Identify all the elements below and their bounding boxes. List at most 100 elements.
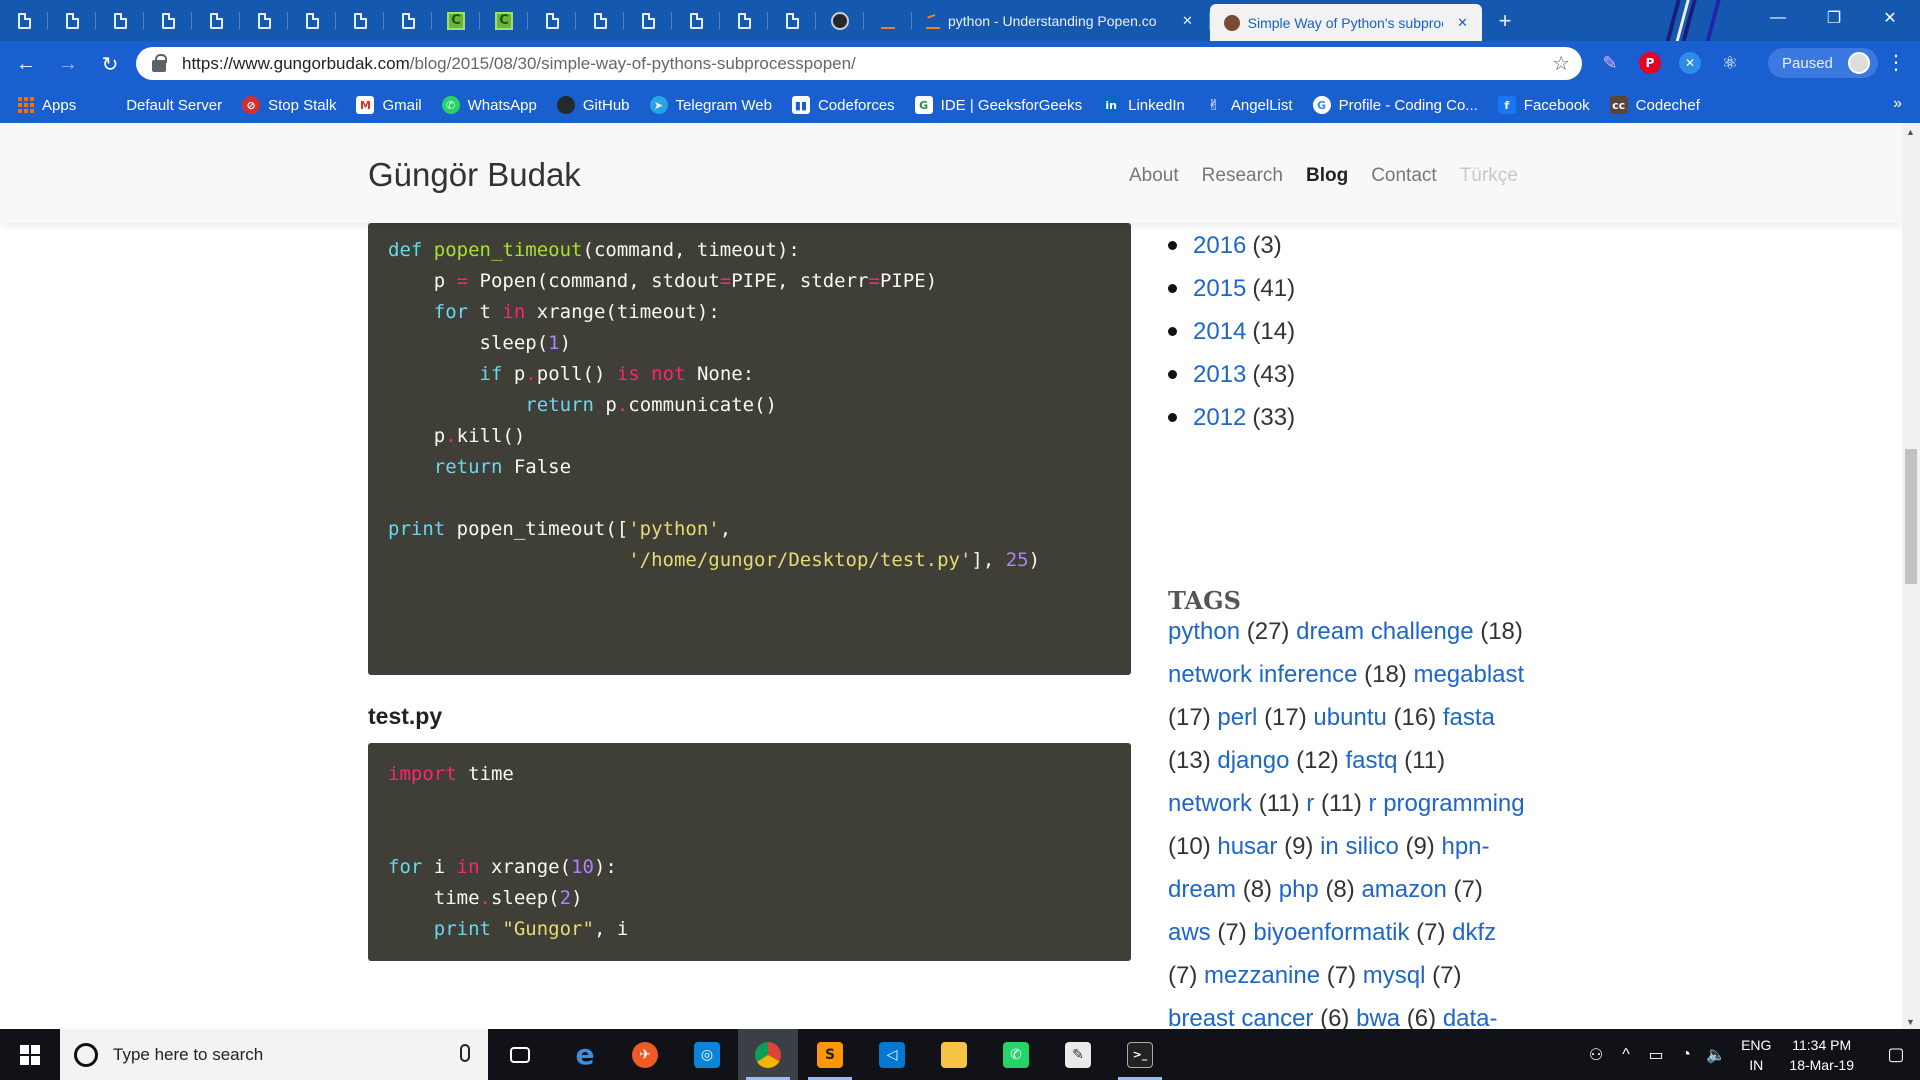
pinned-tab[interactable]: [720, 0, 768, 41]
profile-paused-button[interactable]: Paused: [1768, 48, 1878, 78]
taskbar-vscode[interactable]: ◁: [862, 1029, 922, 1080]
tag-link[interactable]: in silico: [1320, 833, 1399, 860]
tab-simple-way[interactable]: Simple Way of Python's subproce ✕: [1210, 4, 1482, 41]
nav-blog[interactable]: Blog: [1306, 165, 1348, 187]
battery-icon[interactable]: ▭: [1641, 1045, 1671, 1065]
pinned-tab[interactable]: [144, 0, 192, 41]
bookmark-profile-coding[interactable]: G Profile - Coding Co...: [1312, 96, 1478, 114]
tag-link[interactable]: r: [1306, 790, 1314, 817]
tag-link[interactable]: php: [1279, 876, 1319, 903]
pinned-tab[interactable]: [576, 0, 624, 41]
tag-link[interactable]: fastq: [1345, 747, 1397, 774]
new-tab-button[interactable]: +: [1482, 0, 1528, 41]
taskbar-search[interactable]: Type here to search: [60, 1029, 488, 1080]
start-button[interactable]: [0, 1029, 60, 1080]
tag-link[interactable]: dream challenge: [1296, 618, 1473, 645]
close-window-button[interactable]: ✕: [1862, 0, 1918, 35]
nav-turkce[interactable]: Türkçe: [1460, 165, 1518, 187]
pinterest-extension-icon[interactable]: P: [1639, 52, 1661, 74]
pinned-tab[interactable]: C: [432, 0, 480, 41]
archive-year-link[interactable]: 2013: [1193, 361, 1246, 389]
scroll-down-icon[interactable]: ▼: [1906, 1017, 1915, 1027]
bookmark-linkedin[interactable]: in LinkedIn: [1102, 96, 1185, 114]
pinned-tab[interactable]: [768, 0, 816, 41]
taskbar-explorer[interactable]: [924, 1029, 984, 1080]
bookmark-telegram[interactable]: ➤ Telegram Web: [649, 96, 772, 114]
pinned-tab[interactable]: C: [480, 0, 528, 41]
pinned-tab[interactable]: [240, 0, 288, 41]
wifi-icon[interactable]: ◔: [1671, 1046, 1701, 1064]
tag-link[interactable]: megablast: [1413, 661, 1524, 688]
tag-link[interactable]: network inference: [1168, 661, 1357, 688]
nav-about[interactable]: About: [1129, 165, 1179, 187]
pinned-tab[interactable]: [288, 0, 336, 41]
tag-link[interactable]: aws: [1168, 919, 1211, 946]
taskbar-notepad[interactable]: ✎: [1048, 1029, 1108, 1080]
menu-icon[interactable]: ⋮: [1886, 50, 1906, 75]
feather-extension-icon[interactable]: ✎: [1599, 52, 1621, 74]
tag-link[interactable]: r programming: [1369, 790, 1525, 817]
tag-link[interactable]: ubuntu: [1313, 704, 1386, 731]
nav-research[interactable]: Research: [1202, 165, 1283, 187]
close-tab-icon[interactable]: ✕: [1457, 15, 1468, 31]
bookmark-whatsapp[interactable]: ✆ WhatsApp: [441, 96, 537, 114]
tag-link[interactable]: fasta: [1443, 704, 1495, 731]
bookmark-stop-stalk[interactable]: ⊘ Stop Stalk: [242, 96, 336, 114]
page-scrollbar[interactable]: ▲ ▼: [1902, 123, 1920, 1029]
forward-button[interactable]: →: [52, 48, 84, 80]
clock[interactable]: 11:34 PM 18-Mar-19: [1789, 1035, 1854, 1075]
bookmark-codeforces[interactable]: ▮▮ Codeforces: [791, 96, 895, 114]
tag-link[interactable]: breast cancer: [1168, 1005, 1313, 1029]
taskbar-app-blue[interactable]: ◎: [677, 1029, 737, 1080]
pinned-tab[interactable]: [192, 0, 240, 41]
archive-year-link[interactable]: 2015: [1193, 275, 1246, 303]
pinned-tab[interactable]: [384, 0, 432, 41]
tag-link[interactable]: django: [1217, 747, 1289, 774]
scrollbar-thumb[interactable]: [1905, 449, 1917, 584]
taskbar-edge[interactable]: e: [555, 1029, 615, 1080]
bookmark-github[interactable]: GitHub: [556, 96, 630, 114]
tag-link[interactable]: biyoenformatik: [1253, 919, 1409, 946]
pinned-tab[interactable]: [48, 0, 96, 41]
address-bar[interactable]: https://www.gungorbudak.com/blog/2015/08…: [136, 47, 1582, 80]
taskbar-chrome[interactable]: [738, 1029, 798, 1080]
scroll-up-icon[interactable]: ▲: [1906, 127, 1915, 137]
archive-year-link[interactable]: 2016: [1193, 232, 1246, 260]
tag-link[interactable]: amazon: [1361, 876, 1446, 903]
pinned-tab[interactable]: [816, 0, 864, 41]
bookmark-default-server[interactable]: Default Server: [126, 97, 222, 114]
input-language[interactable]: ENG IN: [1741, 1035, 1771, 1075]
volume-icon[interactable]: 🔈: [1701, 1045, 1731, 1065]
bookmark-apps[interactable]: Apps: [18, 97, 76, 114]
bookmark-star-icon[interactable]: ☆: [1552, 51, 1570, 76]
bookmark-angellist[interactable]: ✌ AngelList: [1205, 96, 1293, 114]
tag-link[interactable]: husar: [1217, 833, 1277, 860]
tab-popen-question[interactable]: python - Understanding Popen.co ✕: [912, 0, 1210, 41]
tag-link[interactable]: mysql: [1363, 962, 1426, 989]
action-center-icon[interactable]: ▢: [1872, 1044, 1920, 1065]
tag-link[interactable]: dkfz: [1452, 919, 1496, 946]
minimize-button[interactable]: —: [1750, 0, 1806, 35]
tag-link[interactable]: mezzanine: [1204, 962, 1320, 989]
microphone-icon[interactable]: [460, 1044, 470, 1062]
bookmark-codechef[interactable]: cc Codechef: [1609, 96, 1700, 114]
more-bookmarks-icon[interactable]: »: [1893, 95, 1902, 113]
site-brand[interactable]: Güngör Budak: [368, 156, 581, 194]
pinned-tab[interactable]: [672, 0, 720, 41]
pinned-tab[interactable]: [96, 0, 144, 41]
tag-link[interactable]: python: [1168, 618, 1240, 645]
restore-button[interactable]: ❐: [1806, 0, 1862, 35]
taskbar-whatsapp[interactable]: ✆: [986, 1029, 1046, 1080]
close-tab-icon[interactable]: ✕: [1182, 13, 1193, 29]
tag-link[interactable]: perl: [1217, 704, 1257, 731]
people-icon[interactable]: ⚇: [1581, 1045, 1611, 1065]
taskbar-sublime[interactable]: S: [800, 1029, 860, 1080]
bookmark-facebook[interactable]: f Facebook: [1497, 96, 1590, 114]
react-devtools-icon[interactable]: ⚛: [1719, 52, 1741, 74]
pinned-tab[interactable]: [624, 0, 672, 41]
pinned-tab[interactable]: [336, 0, 384, 41]
task-view-button[interactable]: [490, 1029, 550, 1080]
archive-year-link[interactable]: 2014: [1193, 318, 1246, 346]
pinned-tab[interactable]: [528, 0, 576, 41]
bookmark-gmail[interactable]: M Gmail: [356, 96, 422, 114]
